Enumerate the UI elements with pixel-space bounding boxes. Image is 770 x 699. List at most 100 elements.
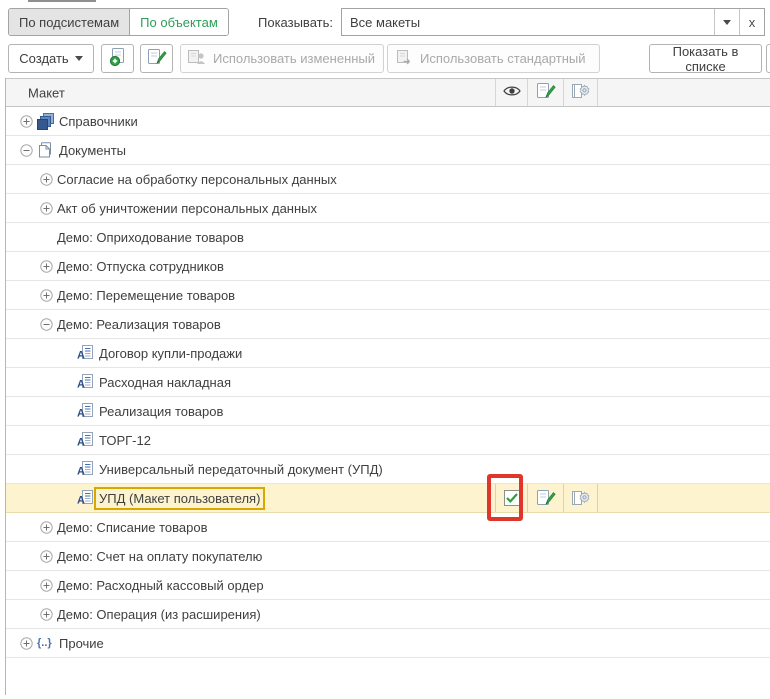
use-modified-icon bbox=[187, 49, 207, 68]
catalog-icon bbox=[37, 113, 59, 130]
tree-row[interactable]: Демо: Списание товаров bbox=[6, 513, 770, 542]
clipped-button[interactable] bbox=[766, 44, 770, 73]
tree-row-label: Прочие bbox=[59, 636, 108, 651]
use-modified-button: Использовать измененный bbox=[180, 44, 384, 73]
tree-row[interactable]: Демо: Оприходование товаров bbox=[6, 223, 770, 252]
add-template-icon bbox=[108, 47, 128, 70]
standard-template-icon[interactable] bbox=[563, 484, 598, 512]
expand-plus-icon[interactable] bbox=[40, 579, 57, 592]
tree-row[interactable]: А ТОРГ-12 bbox=[6, 426, 770, 455]
tree-row-label: Документы bbox=[59, 143, 130, 158]
table-header: Макет bbox=[6, 78, 770, 107]
tree-row[interactable]: Акт об уничтожении персональных данных bbox=[6, 194, 770, 223]
expand-plus-icon[interactable] bbox=[40, 608, 57, 621]
column-header-visibility[interactable] bbox=[495, 79, 528, 106]
use-standard-icon bbox=[394, 49, 414, 68]
show-in-list-button[interactable]: Показать в списке bbox=[649, 44, 762, 73]
tree-row-label: Реализация товаров bbox=[99, 404, 227, 419]
tree-row-label: Универсальный передаточный документ (УПД… bbox=[99, 462, 387, 477]
tree-row-label: Согласие на обработку персональных данны… bbox=[57, 172, 341, 187]
svg-text:А: А bbox=[77, 350, 85, 362]
tree-row-label: Демо: Списание товаров bbox=[57, 520, 212, 535]
edit-template-icon[interactable] bbox=[527, 484, 564, 512]
svg-text:А: А bbox=[77, 437, 85, 449]
svg-text:А: А bbox=[77, 408, 85, 420]
show-filter-label: Показывать: bbox=[258, 15, 333, 30]
tree-row[interactable]: А УПД (Макет пользователя) bbox=[6, 484, 770, 513]
chevron-down-icon bbox=[75, 56, 83, 61]
column-header-maket[interactable]: Макет bbox=[28, 85, 65, 100]
tree-row[interactable]: А Договор купли-продажи bbox=[6, 339, 770, 368]
column-header-modified[interactable] bbox=[527, 79, 564, 106]
tree-row-label: Справочники bbox=[59, 114, 142, 129]
standard-template-icon bbox=[571, 82, 591, 103]
expand-plus-icon[interactable] bbox=[40, 550, 57, 563]
column-divider bbox=[597, 79, 598, 106]
edit-template-button[interactable] bbox=[140, 44, 173, 73]
tree-row[interactable]: Демо: Реализация товаров bbox=[6, 310, 770, 339]
svg-text:А: А bbox=[77, 379, 85, 391]
tree-row[interactable]: А Расходная накладная bbox=[6, 368, 770, 397]
tree-row[interactable]: Демо: Расходный кассовый ордер bbox=[6, 571, 770, 600]
tree-row-label: Акт об уничтожении персональных данных bbox=[57, 201, 321, 216]
edit-template-icon bbox=[536, 82, 556, 103]
template-icon: А bbox=[77, 403, 99, 419]
view-switcher: По подсистемам По объектам bbox=[8, 8, 229, 36]
expand-plus-icon[interactable] bbox=[40, 260, 57, 273]
tree-row-label: Демо: Расходный кассовый ордер bbox=[57, 578, 268, 593]
expand-plus-icon[interactable] bbox=[40, 289, 57, 302]
chevron-down-icon bbox=[723, 20, 731, 25]
visibility-eye-icon bbox=[503, 85, 521, 100]
expand-plus-icon[interactable] bbox=[40, 521, 57, 534]
tab-by-subsystems[interactable]: По подсистемам bbox=[9, 9, 130, 35]
window-edge-artifact bbox=[28, 0, 96, 2]
tree-row-label: Договор купли-продажи bbox=[99, 346, 246, 361]
create-button-label: Создать bbox=[19, 51, 68, 66]
braces-icon: {..} bbox=[37, 637, 59, 649]
tree-row[interactable]: А Реализация товаров bbox=[6, 397, 770, 426]
expand-plus-icon[interactable] bbox=[20, 637, 37, 650]
expand-minus-icon[interactable] bbox=[20, 144, 37, 157]
tree-row-label: Расходная накладная bbox=[99, 375, 235, 390]
tree-row-label: Демо: Счет на оплату покупателю bbox=[57, 549, 266, 564]
tree-row[interactable]: А Универсальный передаточный документ (УП… bbox=[6, 455, 770, 484]
templates-filter-input[interactable] bbox=[342, 9, 714, 35]
tree-row[interactable]: Согласие на обработку персональных данны… bbox=[6, 165, 770, 194]
documents-icon bbox=[37, 142, 59, 158]
create-button[interactable]: Создать bbox=[8, 44, 94, 73]
tree-row-label: Демо: Реализация товаров bbox=[57, 317, 225, 332]
tree-row[interactable]: Демо: Счет на оплату покупателю bbox=[6, 542, 770, 571]
use-modified-label: Использовать измененный bbox=[213, 51, 375, 66]
clear-filter-button[interactable]: x bbox=[739, 9, 764, 35]
tree-row-label: УПД (Макет пользователя) bbox=[94, 487, 265, 510]
tree-row[interactable]: Справочники bbox=[6, 107, 770, 136]
tree-row[interactable]: Демо: Перемещение товаров bbox=[6, 281, 770, 310]
column-divider bbox=[597, 484, 598, 512]
tab-by-objects[interactable]: По объектам bbox=[130, 9, 228, 35]
expand-plus-icon[interactable] bbox=[40, 202, 57, 215]
use-standard-button: Использовать стандартный bbox=[387, 44, 600, 73]
template-icon: А bbox=[77, 374, 99, 390]
tree-row[interactable]: {..}Прочие bbox=[6, 629, 770, 658]
dropdown-button[interactable] bbox=[714, 9, 739, 35]
templates-filter-combobox: x bbox=[341, 8, 765, 36]
tree-row-label: ТОРГ-12 bbox=[99, 433, 155, 448]
add-template-button[interactable] bbox=[101, 44, 134, 73]
checked-checkbox-icon[interactable] bbox=[495, 484, 528, 512]
column-header-standard[interactable] bbox=[563, 79, 598, 106]
svg-text:А: А bbox=[77, 495, 85, 507]
template-icon: А bbox=[77, 432, 99, 448]
tree-row[interactable]: Демо: Отпуска сотрудников bbox=[6, 252, 770, 281]
template-manager-window: По подсистемам По объектам Показывать: x… bbox=[0, 0, 770, 699]
svg-text:А: А bbox=[77, 466, 85, 478]
tree-row-label: Демо: Оприходование товаров bbox=[57, 230, 248, 245]
tree-row[interactable]: Документы bbox=[6, 136, 770, 165]
tree-row-label: Демо: Отпуска сотрудников bbox=[57, 259, 228, 274]
expand-plus-icon[interactable] bbox=[20, 115, 37, 128]
tree-row[interactable]: Демо: Операция (из расширения) bbox=[6, 600, 770, 629]
expand-minus-icon[interactable] bbox=[40, 318, 57, 331]
template-icon: А bbox=[77, 345, 99, 361]
edit-template-icon bbox=[147, 48, 167, 69]
expand-plus-icon[interactable] bbox=[40, 173, 57, 186]
tree-row-label: Демо: Операция (из расширения) bbox=[57, 607, 265, 622]
